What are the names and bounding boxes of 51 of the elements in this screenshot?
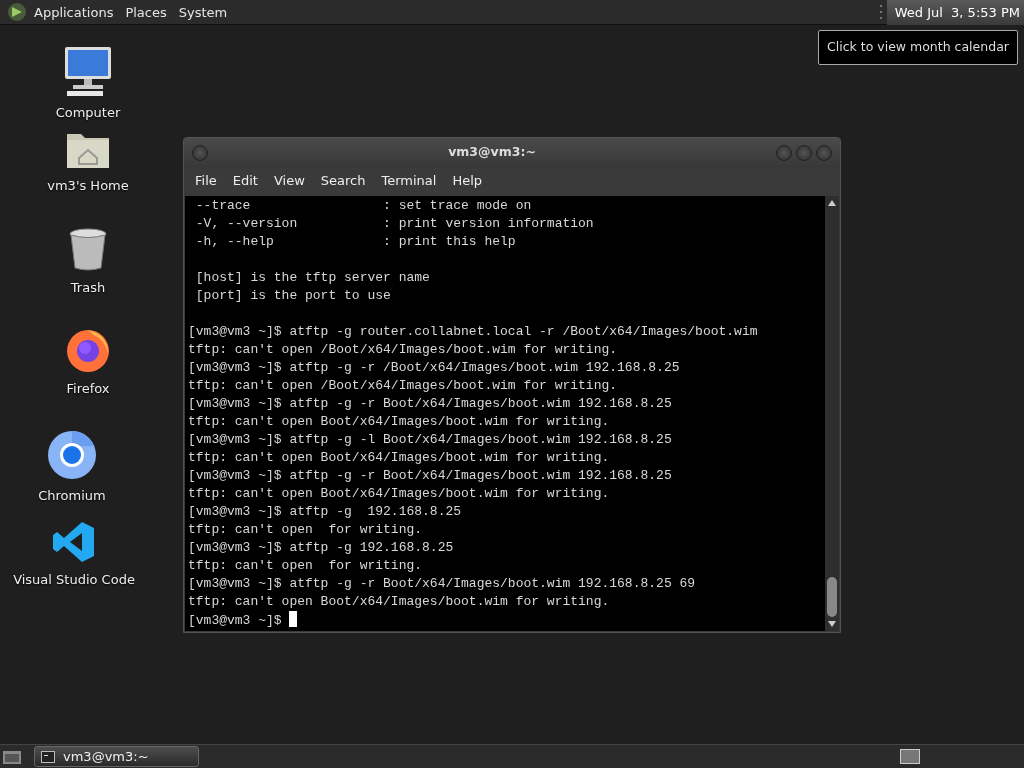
- terminal-line: tftp: can't open Boot/x64/Images/boot.wim for writing.: [188, 486, 610, 501]
- tooltip: Click to view month calendar: [818, 30, 1018, 65]
- distro-logo-icon: [6, 1, 28, 23]
- terminal-line: [vm3@vm3 ~]$ atftp -g -r Boot/x64/Images/boot.wim 192.168.8.25: [188, 468, 672, 483]
- terminal-line: -h, --help : print this help: [194, 234, 516, 249]
- menu-item[interactable]: Edit: [225, 171, 267, 191]
- terminal-line: [vm3@vm3 ~]$ atftp -g 192.168.8.25: [188, 540, 454, 555]
- terminal-line: [vm3@vm3 ~]$ atftp -g -r Boot/x64/Images/boot.wim 192.168.8.25: [188, 396, 672, 411]
- menu-item[interactable]: Search: [313, 171, 375, 191]
- terminal-line: [vm3@vm3 ~]$ atftp -g -r Boot/x64/Images/boot.wim 192.168.8.25 69: [188, 576, 696, 591]
- desktop-icon-label[interactable]: Firefox: [66, 379, 110, 399]
- computer-icon[interactable]: [63, 45, 113, 97]
- taskbar-button[interactable]: vm3@vm3:~: [34, 746, 199, 767]
- terminal-line: [vm3@vm3 ~]$ atftp -g -r /Boot/x64/Images/boot.wim 192.168.8.25: [188, 360, 680, 375]
- window-title: vm3@vm3:~: [447, 143, 537, 162]
- terminal-line: tftp: can't open Boot/x64/Images/boot.wim for writing.: [188, 450, 610, 465]
- code-editor-icon[interactable]: [52, 520, 96, 564]
- panel-menu[interactable]: System: [172, 0, 234, 25]
- desktop-icon-label[interactable]: Visual Studio Code: [13, 570, 135, 590]
- clock[interactable]: Wed Jul 3, 5:53 PM: [886, 0, 1024, 25]
- show-desktop-icon: [2, 748, 22, 765]
- menu-item[interactable]: Terminal: [374, 171, 446, 191]
- panel-menu[interactable]: Applications: [28, 0, 120, 25]
- desktop-icon-label[interactable]: vm3's Home: [47, 176, 129, 196]
- terminal-line: tftp: can't open for writing.: [188, 558, 423, 573]
- terminal-line: [port] is the port to use: [194, 288, 391, 303]
- terminal-line: [host] is the tftp server name: [194, 270, 430, 285]
- terminal-line: tftp: can't open /Boot/x64/Images/boot.wim for writing.: [188, 342, 618, 357]
- terminal-line: [vm3@vm3 ~]$ atftp -g router.collabnet.local -r /Boot/x64/Images/boot.wim: [188, 324, 758, 339]
- terminal-line: --trace : set trace mode on: [194, 198, 532, 213]
- trash-can-icon[interactable]: [68, 228, 108, 272]
- menu-item[interactable]: Help: [445, 171, 492, 191]
- terminal-line: [vm3@vm3 ~]$: [188, 613, 283, 628]
- terminal-line: tftp: can't open for writing.: [188, 522, 423, 537]
- panel-menu[interactable]: Places: [119, 0, 173, 25]
- terminal-line: -V, --version : print version information: [194, 216, 594, 231]
- desktop-icon-label[interactable]: Chromium: [38, 486, 106, 506]
- desktop-icon-label[interactable]: Trash: [70, 278, 106, 298]
- terminal-line: [vm3@vm3 ~]$ atftp -g 192.168.8.25: [188, 504, 462, 519]
- menu-item[interactable]: View: [266, 171, 314, 191]
- scrollbar[interactable]: [825, 196, 839, 631]
- workspace-switcher[interactable]: [900, 749, 920, 764]
- menu-item[interactable]: File: [188, 171, 226, 191]
- terminal-line: tftp: can't open Boot/x64/Images/boot.wim for writing.: [188, 414, 610, 429]
- chromium-icon[interactable]: [47, 430, 97, 480]
- terminal-icon: [41, 750, 55, 763]
- terminal-line: tftp: can't open /Boot/x64/Images/boot.wim for writing.: [188, 378, 618, 393]
- panel-handle-icon: [878, 3, 883, 21]
- terminal-line: tftp: can't open Boot/x64/Images/boot.wim for writing.: [188, 594, 610, 609]
- desktop-icon-label[interactable]: Computer: [55, 103, 121, 123]
- terminal-line: [vm3@vm3 ~]$ atftp -g -l Boot/x64/Images/boot.wim 192.168.8.25: [188, 432, 672, 447]
